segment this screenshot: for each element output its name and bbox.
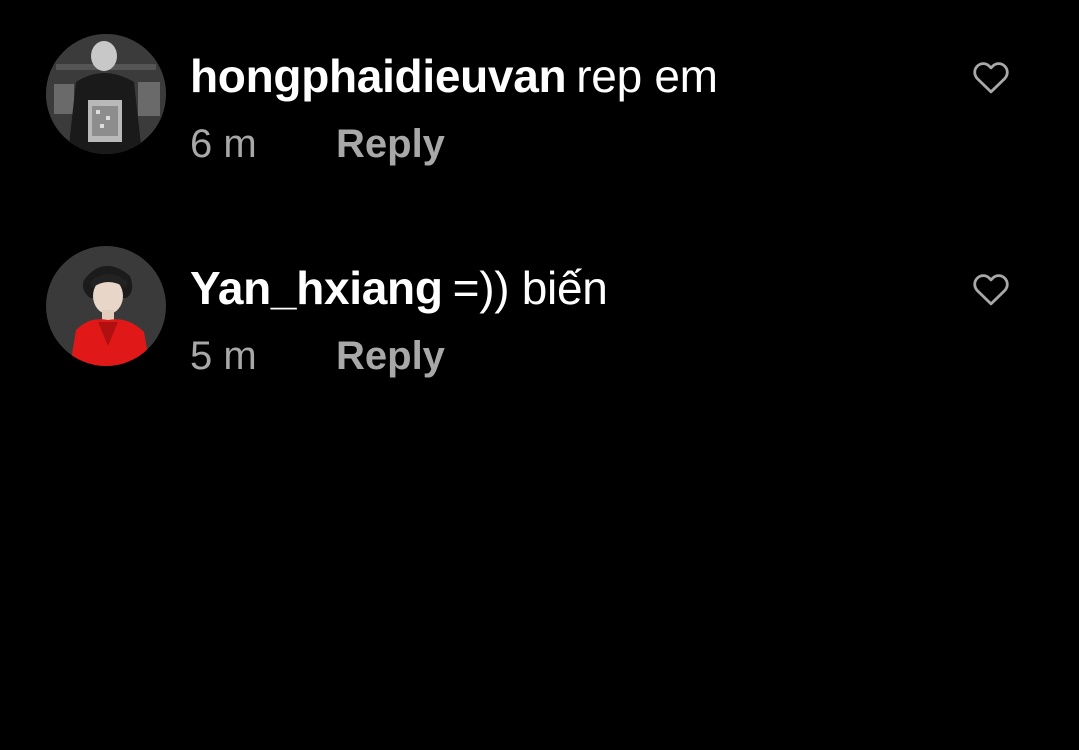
avatar[interactable] [46, 246, 166, 366]
comment-username[interactable]: Yan_hxiang [190, 262, 443, 314]
avatar[interactable] [46, 34, 166, 154]
user-avatar-icon [46, 34, 166, 154]
comment-timestamp: 5 m [190, 334, 257, 378]
like-button[interactable] [970, 56, 1012, 98]
heart-outline-icon [973, 274, 1009, 306]
heart-outline-icon [973, 62, 1009, 94]
comment-content: hongphaidieuvan rep em [190, 48, 718, 104]
comment-username[interactable]: hongphaidieuvan [190, 50, 567, 102]
comment-item: Yan_hxiang =)) biến 5 m Reply [0, 246, 1079, 386]
user-avatar-icon [46, 246, 166, 366]
reply-button[interactable]: Reply [336, 334, 445, 378]
comment-text: =)) biến [452, 262, 608, 314]
comment-timestamp: 6 m [190, 122, 257, 166]
like-button[interactable] [970, 268, 1012, 310]
comment-text: rep em [576, 50, 718, 102]
reply-button[interactable]: Reply [336, 122, 445, 166]
comment-meta: 5 m Reply [190, 332, 445, 380]
comment-content: Yan_hxiang =)) biến [190, 260, 608, 316]
comment-item: hongphaidieuvan rep em 6 m Reply [0, 34, 1079, 174]
comment-meta: 6 m Reply [190, 120, 445, 168]
